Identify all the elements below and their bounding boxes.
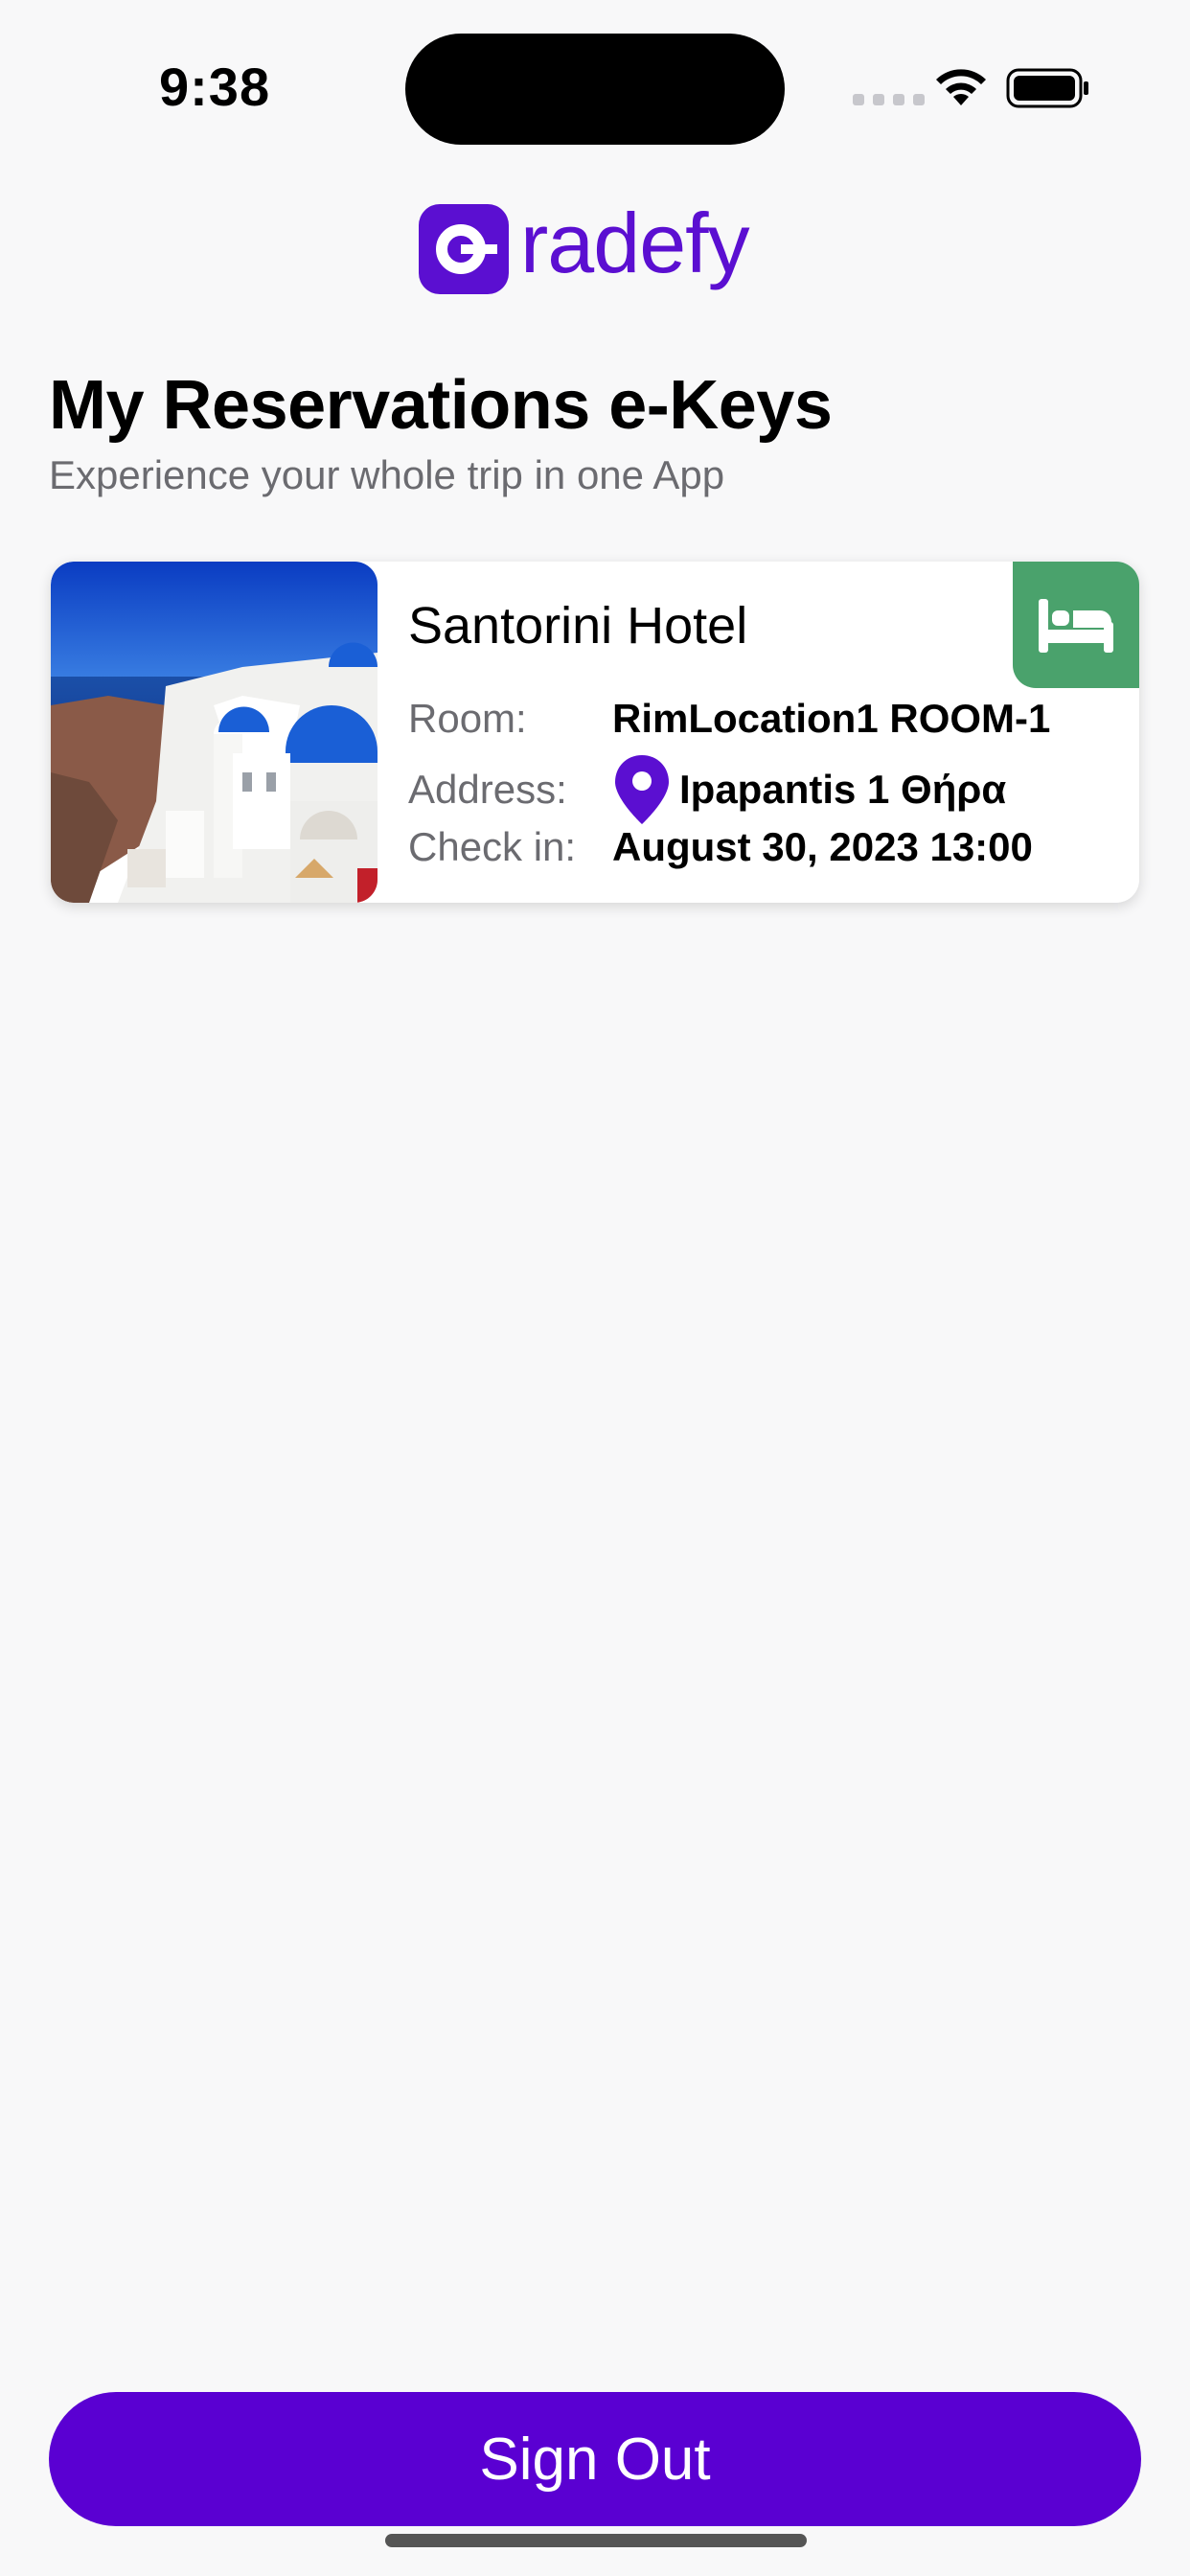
radefy-logo: radefy [417, 196, 750, 297]
hotel-photo [51, 562, 378, 903]
brand-name: radefy [520, 196, 750, 290]
checkin-row: Check in: August 30, 2023 13:00 [408, 824, 1033, 870]
page-subtitle: Experience your whole trip in one App [49, 452, 725, 497]
dynamic-island [405, 34, 785, 145]
bed-icon [1039, 599, 1113, 653]
address-label: Address: [408, 767, 567, 812]
map-pin-icon[interactable] [612, 753, 672, 826]
room-label: Room: [408, 696, 527, 741]
battery-icon [1006, 68, 1088, 108]
room-row: Room: RimLocation1 ROOM-1 [408, 696, 1050, 742]
address-row[interactable]: Address: Ipapantis 1 Θήρα [408, 753, 1006, 826]
cellular-signal-icon [853, 94, 925, 105]
checkin-value: August 30, 2023 13:00 [612, 824, 1033, 869]
room-value: RimLocation1 ROOM-1 [612, 696, 1051, 741]
wifi-icon [936, 69, 986, 105]
reservation-card[interactable]: Santorini Hotel Room: RimLocation1 ROOM-… [51, 562, 1139, 903]
page-title: My Reservations e-Keys [49, 367, 833, 444]
room-type-badge [1013, 562, 1139, 688]
address-value[interactable]: Ipapantis 1 Θήρα [679, 767, 1006, 813]
hotel-name: Santorini Hotel [408, 597, 748, 655]
status-bar: 9:38 [0, 0, 1190, 172]
checkin-label: Check in: [408, 824, 577, 869]
sign-out-button[interactable]: Sign Out [49, 2392, 1141, 2526]
status-time: 9:38 [159, 57, 271, 117]
radefy-logo-icon [419, 204, 509, 294]
home-indicator[interactable] [385, 2534, 807, 2547]
